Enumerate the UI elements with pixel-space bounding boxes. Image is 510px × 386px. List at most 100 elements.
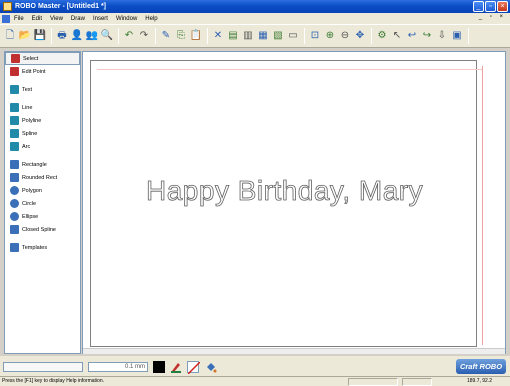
tool-label: Edit Point [22, 68, 46, 75]
ungroup-icon[interactable]: ▧ [271, 29, 285, 43]
line-width-field[interactable]: 0.1 mm [88, 362, 148, 372]
save-icon[interactable]: 💾 [33, 29, 47, 43]
tool-arc[interactable]: Arc [5, 140, 80, 153]
frame-icon[interactable]: ▭ [286, 29, 300, 43]
closed-spline-icon [10, 225, 19, 234]
no-fill-swatch[interactable] [187, 361, 201, 375]
tool-select[interactable]: Select [5, 52, 80, 65]
tool-label: Select [23, 55, 39, 62]
tool-polyline[interactable]: Polyline [5, 114, 80, 127]
tool-templates[interactable]: Templates [5, 241, 80, 254]
app-icon [3, 2, 12, 11]
rounded-rect-icon [10, 173, 19, 182]
copy-icon[interactable]: ⎘ [174, 29, 188, 43]
users-icon[interactable]: 👥 [85, 29, 99, 43]
pan-icon[interactable]: ✥ [353, 29, 367, 43]
align-icon[interactable]: ▤ [226, 29, 240, 43]
tool-label: Rounded Rect [22, 174, 58, 181]
group-icon[interactable]: ▦ [256, 29, 270, 43]
tool-rectangle[interactable]: Rectangle [5, 158, 80, 171]
menu-view[interactable]: View [50, 16, 63, 22]
horizontal-scrollbar[interactable] [83, 348, 505, 354]
preview-icon[interactable]: 🔍 [100, 29, 114, 43]
margin-guide-horizontal [97, 69, 482, 70]
toolbar-separator [304, 28, 305, 44]
craft-robo-logo: Craft ROBO [456, 359, 506, 374]
arrow-fwd-icon[interactable]: ↪ [420, 29, 434, 43]
tool-panel: Select Edit Point Text Line Polyline Spline Ar… [4, 51, 81, 354]
ellipse-icon [10, 212, 19, 221]
arrow-down-icon[interactable]: ⇩ [435, 29, 449, 43]
tool-label: Ellipse [22, 213, 39, 220]
open-icon[interactable]: 📂 [18, 29, 32, 43]
menu-file[interactable]: File [14, 16, 24, 22]
tool-closed-spline[interactable]: Closed Spline [5, 223, 80, 236]
status-bar: Press the [F1] key to display Help infor… [0, 376, 510, 386]
menu-edit[interactable]: Edit [32, 16, 42, 22]
title-bar: ROBO Master - [Untitled1 *] _ ▫ × [0, 0, 510, 13]
arc-icon [10, 142, 19, 151]
undo-icon[interactable]: ↶ [122, 29, 136, 43]
coordinate-box [3, 362, 83, 372]
window-controls: _ ▫ × [473, 1, 508, 12]
tool-label: Spline [22, 130, 38, 137]
polyline-icon [10, 116, 19, 125]
maximize-button[interactable]: ▫ [485, 1, 496, 12]
menu-window[interactable]: Window [116, 16, 137, 22]
menu-insert[interactable]: Insert [93, 16, 108, 22]
canvas-text-object[interactable]: Happy Birthday, Mary [146, 175, 423, 207]
zoom-fit-icon[interactable]: ⊡ [308, 29, 322, 43]
delete-icon[interactable]: ✕ [211, 29, 225, 43]
mdi-controls[interactable]: _ ▫ × [479, 14, 506, 20]
tool-rounded-rect[interactable]: Rounded Rect [5, 171, 80, 184]
tool-circle[interactable]: Circle [5, 197, 80, 210]
fill-bucket-icon[interactable] [205, 361, 217, 373]
new-icon[interactable]: 🗋 [3, 29, 17, 43]
line-icon [10, 103, 19, 112]
tool-spline[interactable]: Spline [5, 127, 80, 140]
tool-label: Rectangle [22, 161, 47, 168]
drawing-canvas[interactable]: Happy Birthday, Mary [82, 51, 506, 354]
print-icon[interactable]: 🖶 [55, 29, 69, 43]
arrow-left-icon[interactable]: ↖ [390, 29, 404, 43]
minimize-button[interactable]: _ [473, 1, 484, 12]
menu-draw[interactable]: Draw [71, 16, 85, 22]
margin-guide-vertical [482, 66, 483, 345]
tool-label: Circle [22, 200, 37, 207]
cut-robo-icon[interactable]: ⚙ [375, 29, 389, 43]
select-icon [11, 54, 20, 63]
toolbar-separator [468, 28, 469, 44]
toolbar-separator [51, 28, 52, 44]
redo-icon[interactable]: ↷ [137, 29, 151, 43]
window-title: ROBO Master - [Untitled1 *] [15, 3, 107, 10]
main-toolbar: 🗋 📂 💾 🖶 👤 👥 🔍 ↶ ↷ ✎ ⎘ 📋 ✕ ▤ ▥ ▦ ▧ ▭ ⊡ ⊕ ⊖ ✥ ⚙ ↖ ↩ ↪ ⇩ ▣ [0, 24, 510, 48]
circle-icon [10, 199, 19, 208]
paint-icon[interactable]: ✎ [159, 29, 173, 43]
document-icon[interactable] [2, 14, 10, 23]
tool-label: Closed Spline [22, 226, 56, 233]
toolbar-separator [207, 28, 208, 44]
zoom-out-icon[interactable]: ⊖ [338, 29, 352, 43]
line-color-swatch[interactable] [153, 361, 165, 373]
fill-icon[interactable]: ▣ [450, 29, 464, 43]
text-icon [10, 85, 19, 94]
pen-color-icon[interactable] [170, 361, 182, 373]
tool-line[interactable]: Line [5, 101, 80, 114]
user-icon[interactable]: 👤 [70, 29, 84, 43]
tool-text[interactable]: Text [5, 83, 80, 96]
toolbar-separator [118, 28, 119, 44]
tool-label: Text [22, 86, 33, 93]
status-pane [402, 378, 432, 386]
tool-ellipse[interactable]: Ellipse [5, 210, 80, 223]
cursor-coordinates: 189.7, 92.2 [466, 378, 492, 384]
bottom-bar: 0.1 mm Craft ROBO [0, 356, 510, 376]
tool-polygon[interactable]: Polygon [5, 184, 80, 197]
menu-help[interactable]: Help [145, 16, 157, 22]
zoom-in-icon[interactable]: ⊕ [323, 29, 337, 43]
arrow-back-icon[interactable]: ↩ [405, 29, 419, 43]
tool-edit-point[interactable]: Edit Point [5, 65, 80, 78]
toolbar-separator [155, 28, 156, 44]
close-button[interactable]: × [497, 1, 508, 12]
paste-icon[interactable]: 📋 [189, 29, 203, 43]
align2-icon[interactable]: ▥ [241, 29, 255, 43]
